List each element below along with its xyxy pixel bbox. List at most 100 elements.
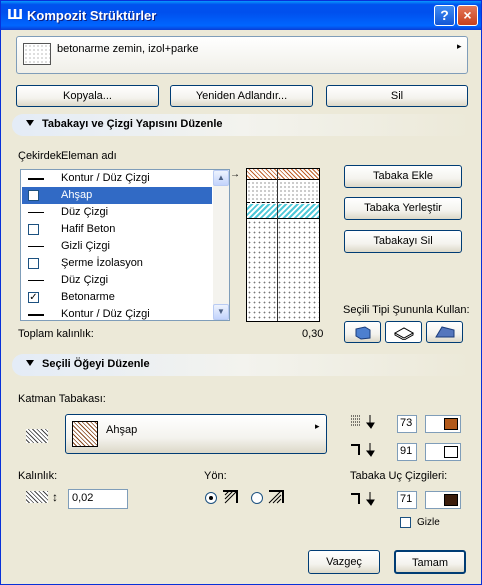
list-item-label: Kontur / Düz Çizgi	[61, 172, 150, 184]
contour-line-icon	[28, 314, 44, 316]
wood-layer-preview	[247, 169, 319, 180]
delete-layer-button[interactable]: Tabakayı Sil	[344, 230, 462, 253]
chevron-right-icon: ▸	[315, 421, 320, 431]
fill-pen-field[interactable]: 73	[397, 415, 417, 433]
dialog-window: Ш Kompozit Strüktürler ? × betonarme zem…	[0, 0, 482, 585]
rename-button[interactable]: Yeniden Adlandır...	[170, 85, 313, 107]
collapse-triangle-icon	[26, 360, 34, 366]
fill-pen-icon	[351, 415, 375, 429]
roof-type-button[interactable]	[426, 321, 463, 343]
end-line-pen-field[interactable]: 71	[397, 491, 417, 509]
section-title: Tabakayı ve Çizgi Yapısını Düzenle	[42, 118, 223, 130]
list-item[interactable]: Hafif Beton	[22, 221, 212, 238]
list-item[interactable]: Gizli Çizgi	[22, 238, 212, 255]
fill-pen-swatch	[444, 418, 458, 430]
slab-icon	[393, 327, 414, 341]
direction-in-icon	[268, 490, 284, 504]
window-title: Kompozit Strüktürler	[27, 8, 157, 23]
core-column-header: Çekirdek	[18, 150, 62, 162]
title-bar: Ш Kompozit Strüktürler ? ×	[1, 1, 481, 30]
material-label: Katman Tabakası:	[18, 393, 106, 405]
use-type-label: Seçili Tipi Şununla Kullan:	[343, 304, 470, 316]
collapse-triangle-icon	[26, 120, 34, 126]
end-line-pen-swatch	[444, 494, 458, 506]
background-pen-color[interactable]	[425, 443, 461, 461]
list-item-label: Düz Çizgi	[61, 206, 109, 218]
fill-pattern-icon	[26, 429, 48, 443]
thickness-pattern-icon	[26, 491, 48, 503]
hide-label: Gizle	[417, 517, 440, 528]
composite-swatch-icon	[23, 43, 51, 65]
section-edit-structure[interactable]: Tabakayı ve Çizgi Yapısını Düzenle	[12, 114, 472, 136]
list-item[interactable]: ✓ Betonarme	[22, 289, 212, 306]
list-item-label: Ahşap	[61, 189, 93, 201]
end-line-pen-color[interactable]	[425, 491, 461, 509]
background-pen-swatch	[444, 446, 458, 458]
background-pen-icon	[351, 443, 375, 457]
close-button[interactable]: ×	[457, 5, 478, 26]
total-thickness-value: 0,30	[302, 328, 324, 340]
hidden-line-icon	[28, 246, 44, 247]
slab-type-button[interactable]	[385, 321, 422, 343]
composite-name: betonarme zemin, izol+parke	[57, 43, 199, 55]
lightweight-concrete-preview	[247, 181, 319, 203]
list-item[interactable]: Şerme İzolasyon	[22, 255, 212, 272]
wall-icon	[355, 326, 370, 340]
list-item-label: Düz Çizgi	[61, 274, 109, 286]
composite-selector[interactable]: betonarme zemin, izol+parke ▸	[16, 36, 468, 74]
end-lines-label: Tabaka Uç Çizgileri:	[350, 470, 448, 482]
copy-button[interactable]: Kopyala...	[16, 85, 159, 107]
thickness-label: Kalınlık:	[18, 470, 58, 482]
contour-line-icon	[28, 178, 44, 180]
material-name: Ahşap	[106, 424, 138, 436]
list-item-label: Şerme İzolasyon	[61, 257, 143, 269]
end-line-pen-icon	[351, 492, 375, 506]
scroll-down-icon[interactable]: ▼	[213, 304, 229, 320]
delete-button[interactable]: Sil	[326, 85, 468, 107]
add-layer-button[interactable]: Tabaka Ekle	[344, 165, 462, 188]
fill-pen-color[interactable]	[425, 415, 461, 433]
core-checkbox[interactable]	[28, 224, 39, 235]
core-checkbox-checked[interactable]: ✓	[28, 292, 39, 303]
name-column-header: Eleman adı	[61, 150, 117, 162]
solid-line-icon	[28, 212, 44, 213]
direction-radio-2[interactable]	[251, 492, 263, 504]
radio-dot	[209, 496, 213, 500]
solid-line-icon	[28, 280, 44, 281]
list-scrollbar[interactable]: ▲ ▼	[213, 170, 229, 320]
direction-label: Yön:	[204, 470, 227, 482]
thickness-arrow-icon: ↕	[52, 490, 58, 504]
layer-list[interactable]: Kontur / Düz Çizgi Ahşap Düz Çizgi Hafif…	[20, 169, 230, 321]
thickness-field[interactable]: 0,02	[68, 489, 128, 509]
list-item-label: Gizli Çizgi	[61, 240, 110, 252]
scroll-up-icon[interactable]: ▲	[213, 170, 229, 186]
list-item-label: Kontur / Düz Çizgi	[61, 308, 150, 320]
material-selector[interactable]: Ahşap ▸	[65, 414, 327, 454]
insert-layer-button[interactable]: Tabaka Yerleştir	[344, 197, 462, 220]
wall-type-button[interactable]	[344, 321, 381, 343]
hide-checkbox[interactable]	[400, 517, 411, 528]
concrete-preview	[247, 220, 319, 321]
core-checkbox[interactable]	[28, 190, 39, 201]
total-thickness-label: Toplam kalınlık:	[18, 328, 94, 340]
insulation-preview	[247, 204, 319, 219]
cancel-button[interactable]: Vazgeç	[308, 550, 380, 574]
preview-divider	[277, 169, 278, 321]
roof-icon	[434, 326, 454, 338]
list-item[interactable]: Düz Çizgi	[22, 204, 212, 221]
structure-preview	[246, 168, 320, 322]
wood-swatch-icon	[72, 421, 98, 447]
ok-button[interactable]: Tamam	[394, 550, 466, 574]
help-button[interactable]: ?	[434, 5, 455, 26]
list-item[interactable]: Düz Çizgi	[22, 272, 212, 289]
list-item[interactable]: Kontur / Düz Çizgi	[22, 306, 212, 320]
direction-out-icon	[223, 490, 238, 504]
list-item[interactable]: Ahşap	[22, 187, 212, 204]
section-edit-selected[interactable]: Seçili Öğeyi Düzenle	[12, 354, 472, 376]
arrow-right-icon: →	[230, 169, 240, 180]
list-item[interactable]: Kontur / Düz Çizgi	[22, 170, 212, 187]
core-checkbox[interactable]	[28, 258, 39, 269]
background-pen-field[interactable]: 91	[397, 443, 417, 461]
direction-radio-1[interactable]	[205, 492, 217, 504]
section-title: Seçili Öğeyi Düzenle	[42, 358, 150, 370]
